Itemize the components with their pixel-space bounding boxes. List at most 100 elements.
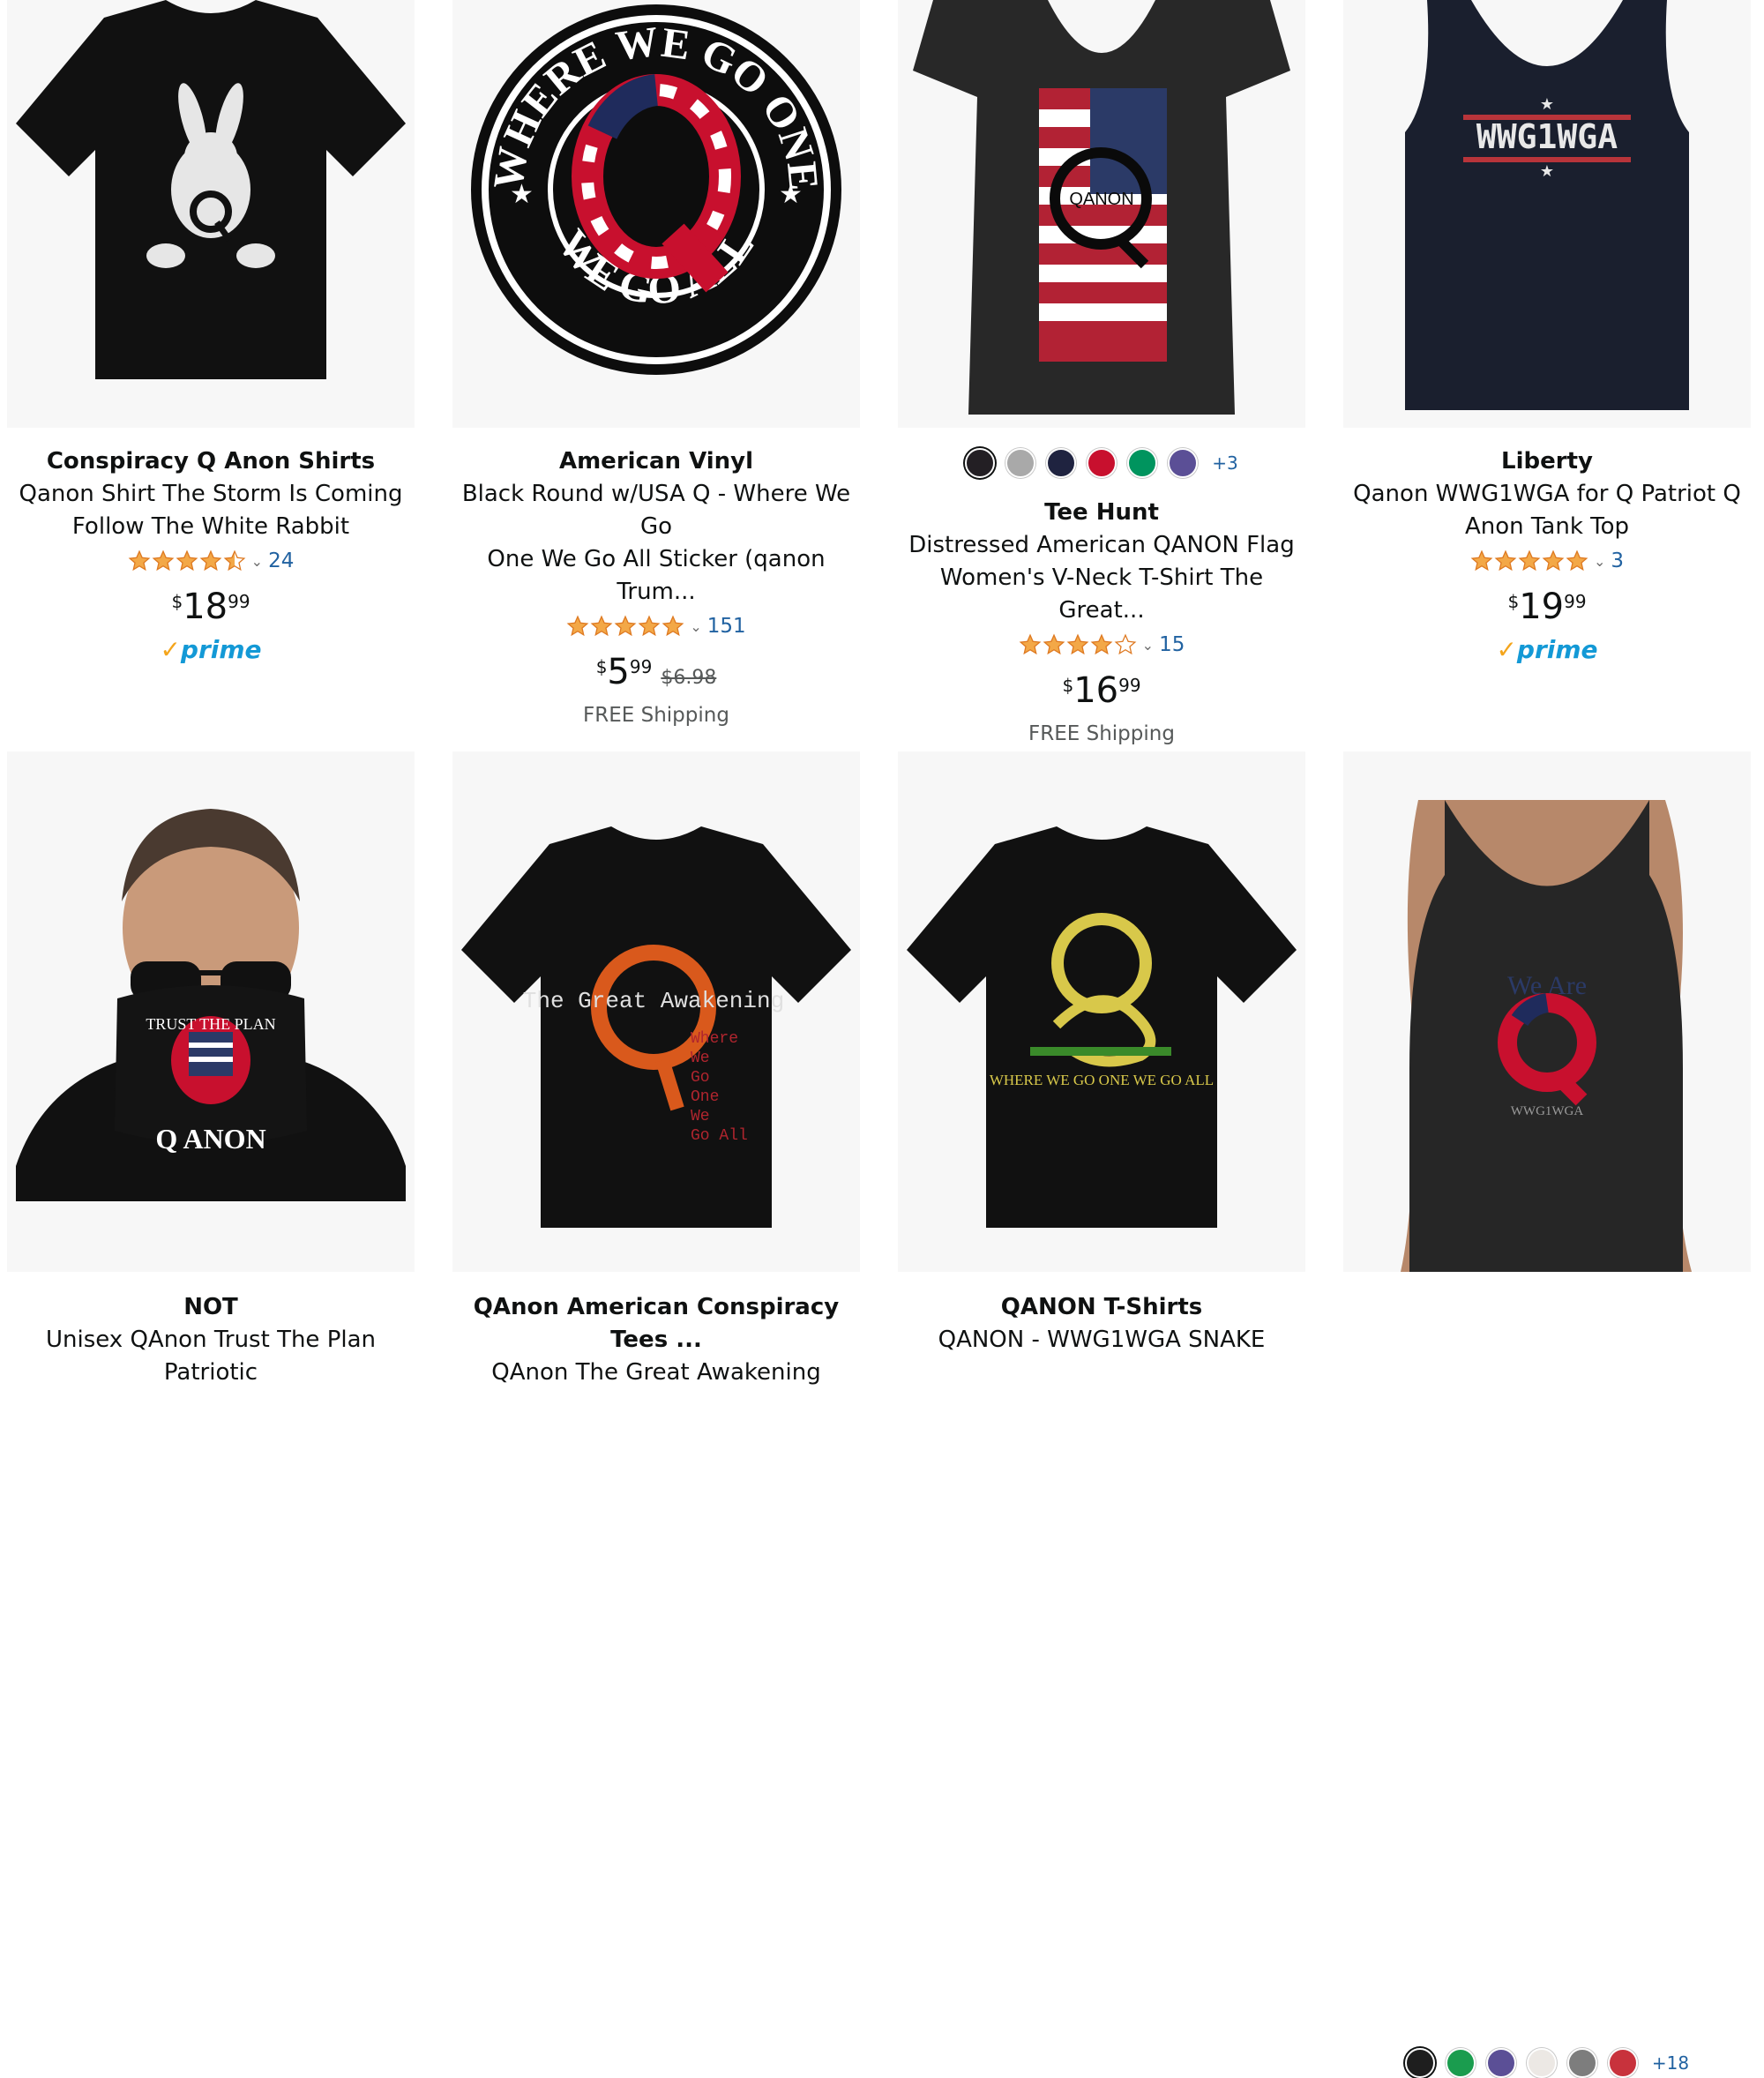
tank-top-wwg1wga-icon: ★ ★ WWG1WGA: [1405, 0, 1689, 410]
product-image[interactable]: TRUST THE PLAN Q ANON: [7, 751, 415, 1272]
svg-text:Where: Where: [691, 1030, 738, 1048]
price: $ 16 99: [1062, 670, 1141, 711]
svg-text:★: ★: [1540, 162, 1554, 181]
svg-text:Go: Go: [691, 1069, 710, 1087]
star-icon: [1114, 633, 1137, 655]
rating-row[interactable]: ⌄ 15: [898, 627, 1305, 662]
vneck-flag-q-icon: QANON: [913, 0, 1290, 415]
product-image[interactable]: We Are WWG1WGA: [1343, 751, 1751, 1272]
more-colors-link[interactable]: +18: [1652, 2052, 1689, 2074]
color-swatch[interactable]: [1404, 2048, 1435, 2078]
color-swatches: +3: [898, 448, 1305, 478]
star-icon: [1066, 633, 1089, 655]
color-swatches: +18: [1343, 2048, 1751, 2078]
color-swatch[interactable]: [1046, 448, 1077, 478]
tshirt-snake-q-icon: WHERE WE GO ONE WE GO ALL: [907, 826, 1297, 1228]
star-icon: [223, 549, 246, 572]
review-count[interactable]: 24: [268, 549, 294, 572]
color-swatch[interactable]: [1087, 448, 1117, 478]
color-swatch[interactable]: [1005, 448, 1036, 478]
more-colors-link[interactable]: +3: [1212, 452, 1237, 474]
svg-text:Q ANON: Q ANON: [155, 1123, 265, 1155]
product-image[interactable]: [7, 0, 415, 428]
star-icon: [1019, 633, 1042, 655]
product-brand[interactable]: QAnon American Conspiracy Tees ...: [452, 1291, 860, 1357]
product-brand[interactable]: American Vinyl: [452, 445, 860, 478]
rating-row[interactable]: ⌄ 24: [7, 543, 415, 579]
neck-gaiter-man-icon: TRUST THE PLAN Q ANON: [16, 809, 406, 1201]
star-icon: [199, 549, 222, 572]
product-title[interactable]: Distressed American QANON Flag Women's V…: [898, 529, 1305, 627]
star-icon: [590, 615, 613, 637]
prime-badge: ✓prime: [1496, 635, 1598, 664]
color-swatch[interactable]: [1526, 2048, 1557, 2078]
star-icon: [1566, 549, 1588, 572]
svg-text:★: ★: [510, 179, 534, 210]
price: $ 18 99: [171, 587, 250, 627]
color-swatch[interactable]: [965, 448, 996, 478]
chevron-down-icon[interactable]: ⌄: [1594, 553, 1605, 570]
product-title[interactable]: Unisex QAnon Trust The Plan Patriotic: [7, 1324, 415, 1389]
product-title[interactable]: Qanon Shirt The Storm Is Coming Follow T…: [7, 478, 415, 543]
product-title[interactable]: Qanon WWG1WGA for Q Patriot Q Anon Tank …: [1343, 478, 1751, 543]
color-swatch[interactable]: [1485, 2048, 1516, 2078]
star-icon: [566, 615, 589, 637]
star-icon: [1518, 549, 1541, 572]
product-brand[interactable]: Conspiracy Q Anon Shirts: [7, 445, 415, 478]
svg-text:WWG1WGA: WWG1WGA: [1476, 117, 1618, 156]
woman-tank-top-q-icon: We Are WWG1WGA: [1401, 800, 1692, 1272]
rating-row[interactable]: ⌄ 151: [452, 609, 860, 644]
star-icon: [1043, 633, 1065, 655]
svg-text:We: We: [691, 1050, 710, 1067]
tshirt-rabbit-q-icon: [16, 0, 406, 379]
star-icon: [152, 549, 175, 572]
star-rating: [566, 615, 684, 638]
product-image[interactable]: WHERE WE GO ONE WE GO ALL: [898, 751, 1305, 1272]
checkmark-icon: ✓: [1496, 635, 1517, 664]
color-swatch[interactable]: [1566, 2048, 1597, 2078]
svg-text:WWG1WGA: WWG1WGA: [1511, 1104, 1584, 1118]
product-brand[interactable]: NOT: [7, 1291, 415, 1324]
product-brand[interactable]: Tee Hunt: [898, 497, 1305, 529]
chevron-down-icon[interactable]: ⌄: [251, 553, 263, 570]
shipping-info: FREE Shipping: [583, 704, 729, 727]
star-icon: [176, 549, 198, 572]
prime-badge: ✓prime: [160, 635, 262, 664]
rating-row[interactable]: ⌄ 3: [1343, 543, 1751, 579]
star-rating: [1019, 633, 1137, 656]
product-brand[interactable]: Liberty: [1343, 445, 1751, 478]
review-count[interactable]: 3: [1611, 549, 1624, 572]
product-image[interactable]: ★ ★ WWG1WGA: [1343, 0, 1751, 428]
star-icon: [1470, 549, 1493, 572]
star-icon: [662, 615, 684, 637]
chevron-down-icon[interactable]: ⌄: [690, 618, 701, 635]
svg-text:WHERE WE GO ONE WE GO ALL: WHERE WE GO ONE WE GO ALL: [990, 1072, 1214, 1088]
svg-text:One: One: [691, 1088, 719, 1106]
product-title[interactable]: Black Round w/USA Q - Where We Go One We…: [452, 478, 860, 609]
price: $ 19 99: [1507, 587, 1587, 627]
svg-text:TRUST THE PLAN: TRUST THE PLAN: [146, 1015, 275, 1033]
chevron-down-icon[interactable]: ⌄: [1142, 637, 1154, 654]
color-swatch[interactable]: [1445, 2048, 1476, 2078]
product-title[interactable]: QANON - WWG1WGA SNAKE: [898, 1324, 1305, 1357]
star-rating: [128, 549, 246, 572]
color-swatch[interactable]: [1607, 2048, 1638, 2078]
price: $ 5 99 $6.98: [595, 652, 717, 692]
product-image[interactable]: WHERE WE GO ONE WE GO ALL ★ ★: [452, 0, 860, 428]
product-image[interactable]: QANON: [898, 0, 1305, 428]
color-swatch[interactable]: [1127, 448, 1158, 478]
star-icon: [1542, 549, 1565, 572]
color-swatch[interactable]: [1168, 448, 1199, 478]
list-price: $6.98: [661, 667, 717, 689]
star-icon: [1494, 549, 1517, 572]
svg-text:We: We: [691, 1108, 710, 1125]
shipping-info: FREE Shipping: [1028, 722, 1175, 745]
star-icon: [1090, 633, 1113, 655]
product-image[interactable]: The Great Awakening Where We Go One We G…: [452, 751, 860, 1272]
star-icon: [614, 615, 637, 637]
svg-text:Go All: Go All: [691, 1127, 748, 1145]
product-title[interactable]: QAnon The Great Awakening: [452, 1357, 860, 1389]
product-brand[interactable]: QANON T-Shirts: [898, 1291, 1305, 1324]
review-count[interactable]: 15: [1159, 633, 1185, 656]
review-count[interactable]: 151: [707, 615, 746, 638]
